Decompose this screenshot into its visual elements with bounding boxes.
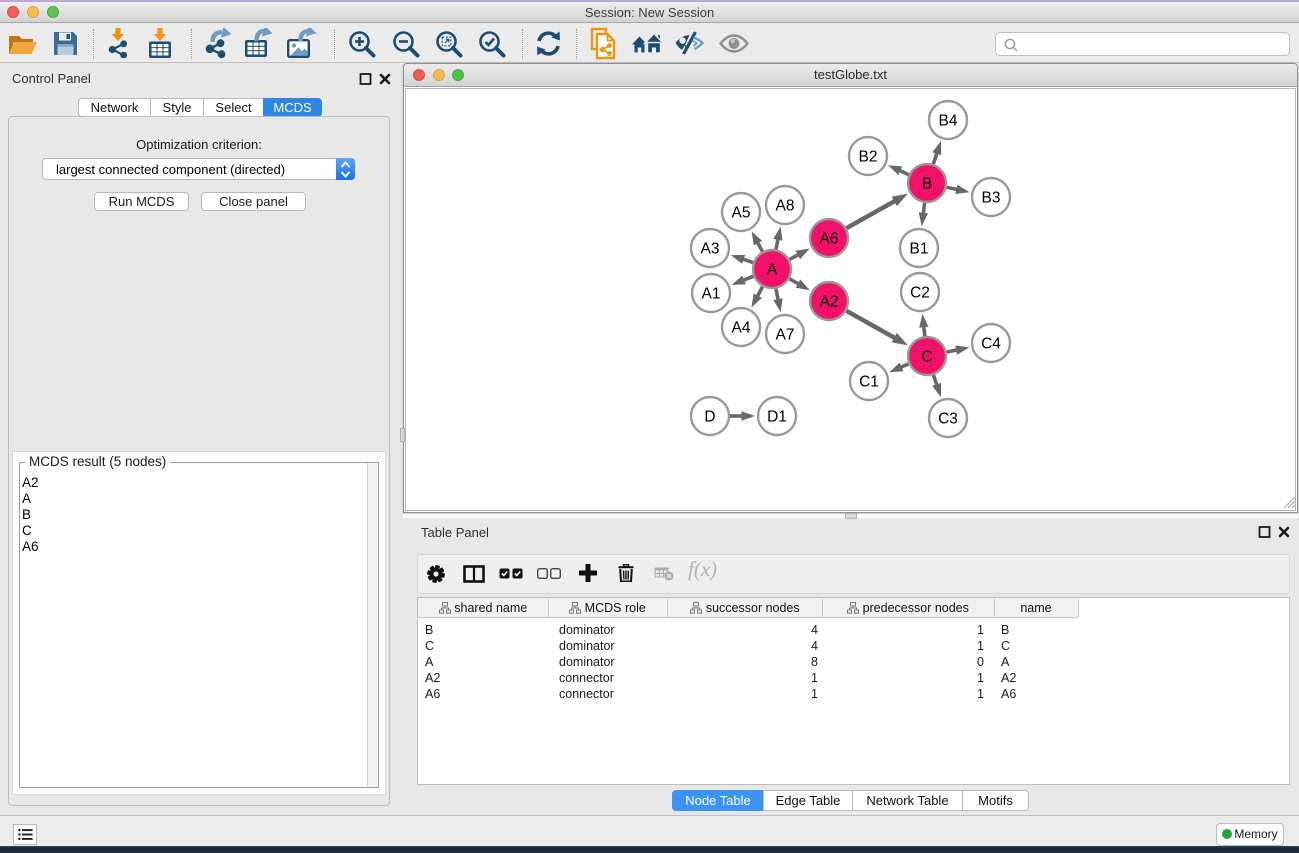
svg-text:C4: C4 [981,335,1001,352]
svg-text:D: D [704,408,715,425]
svg-text:D1: D1 [767,408,787,425]
svg-text:A4: A4 [732,319,751,336]
svg-text:C2: C2 [910,284,930,301]
svg-text:A8: A8 [776,197,795,214]
svg-text:B2: B2 [859,148,878,165]
svg-text:A5: A5 [732,204,751,221]
svg-text:B4: B4 [939,112,958,129]
svg-text:B3: B3 [982,189,1001,206]
svg-text:A1: A1 [702,285,721,302]
svg-text:A6: A6 [820,230,839,247]
svg-text:C3: C3 [938,410,958,427]
svg-text:A2: A2 [820,293,839,310]
svg-text:B: B [922,175,932,192]
svg-text:A: A [767,261,778,278]
svg-text:C: C [921,348,932,365]
svg-text:A7: A7 [776,326,795,343]
svg-text:A3: A3 [701,240,720,257]
svg-text:B1: B1 [910,240,929,257]
svg-text:C1: C1 [859,373,879,390]
